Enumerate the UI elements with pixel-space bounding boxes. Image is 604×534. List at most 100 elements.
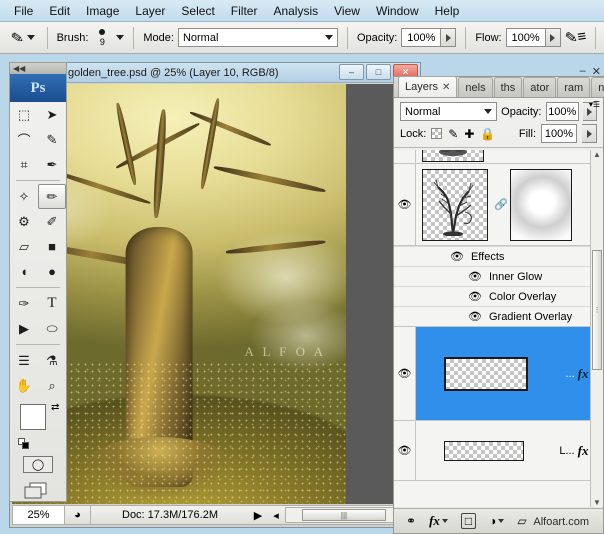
brush-chevron-down-icon[interactable] xyxy=(116,35,124,40)
airbrush-icon[interactable]: ✎≡ xyxy=(564,29,587,47)
scrollbar-thumb[interactable]: ⋮ xyxy=(592,250,602,370)
tab-paths[interactable]: ths xyxy=(494,77,523,97)
add-layer-mask-button[interactable]: □ xyxy=(461,513,476,529)
brush-preview[interactable]: 9 xyxy=(92,27,112,49)
menu-filter[interactable]: Filter xyxy=(223,2,266,20)
panel-minimize-button[interactable]: – xyxy=(580,65,586,78)
minimize-button[interactable]: – xyxy=(339,64,364,80)
effect-gradient-overlay[interactable]: 👁 Gradient Overlay xyxy=(394,306,603,326)
marquee-tool-icon[interactable]: ⬚ xyxy=(10,102,38,127)
layer-list[interactable]: 👁 🔗 xyxy=(394,150,603,507)
tab-info[interactable]: nfo xyxy=(591,77,604,97)
layer-thumbnail[interactable] xyxy=(444,357,528,391)
tab-histogram[interactable]: ram xyxy=(557,77,590,97)
brush-tool-icon[interactable]: ✏ xyxy=(38,184,66,209)
flow-input[interactable]: 100% xyxy=(506,28,546,47)
panel-opacity-input[interactable]: 100% xyxy=(546,102,580,121)
effects-header[interactable]: 👁 Effects xyxy=(394,246,603,266)
fill-input[interactable]: 100% xyxy=(541,124,577,143)
menu-edit[interactable]: Edit xyxy=(41,2,78,20)
layer-style-button[interactable]: fx xyxy=(429,513,448,529)
link-layers-button[interactable]: ⚭ xyxy=(406,514,416,528)
slice-tool-icon[interactable]: ✒ xyxy=(38,152,66,177)
close-icon[interactable]: ✕ xyxy=(442,82,450,93)
blur-tool-icon[interactable]: ◖ xyxy=(10,259,38,284)
blend-mode-select[interactable]: Normal xyxy=(178,28,338,47)
dodge-tool-icon[interactable]: ● xyxy=(38,259,66,284)
menu-file[interactable]: File xyxy=(6,2,41,20)
type-tool-icon[interactable]: T xyxy=(38,291,66,316)
tab-navigator[interactable]: ator xyxy=(523,77,556,97)
move-tool-icon[interactable]: ➤ xyxy=(38,102,66,127)
path-selection-tool-icon[interactable]: ▶ xyxy=(10,316,38,341)
layer-row[interactable] xyxy=(394,150,603,164)
effect-inner-glow[interactable]: 👁 Inner Glow xyxy=(394,266,603,286)
scroll-down-arrow-icon[interactable]: ▼ xyxy=(593,498,601,507)
foreground-color-swatch[interactable] xyxy=(20,404,46,430)
quick-mask-toggle[interactable]: ◯ xyxy=(10,456,66,473)
lock-position-icon[interactable]: ✚ xyxy=(464,127,474,141)
clone-stamp-tool-icon[interactable]: ⚙ xyxy=(10,209,38,234)
ellipse-shape-tool-icon[interactable]: ⬭ xyxy=(38,316,66,341)
status-menu-arrow-icon[interactable]: ▶ xyxy=(249,509,267,522)
menu-layer[interactable]: Layer xyxy=(127,2,173,20)
opacity-control[interactable]: 100% xyxy=(401,28,456,47)
tab-layers[interactable]: Layers ✕ xyxy=(398,76,457,97)
gradient-tool-icon[interactable]: ■ xyxy=(38,234,66,259)
zoom-level-input[interactable]: 25% xyxy=(13,506,65,524)
pen-tool-icon[interactable]: ✑ xyxy=(10,291,38,316)
screen-mode-button[interactable] xyxy=(10,481,66,501)
effect-visibility-icon[interactable]: 👁 xyxy=(468,290,482,303)
zoom-tool-icon[interactable]: ⌕ xyxy=(38,373,66,398)
layer-visibility-toggle[interactable]: 👁 xyxy=(394,164,416,245)
lock-all-icon[interactable]: 🔒 xyxy=(480,127,495,141)
layer-fx-icon[interactable]: fx xyxy=(578,443,589,459)
notes-tool-icon[interactable]: ☰ xyxy=(10,348,38,373)
lock-transparency-icon[interactable] xyxy=(431,128,442,139)
layer-visibility-toggle[interactable]: 👁 xyxy=(394,421,416,480)
menu-image[interactable]: Image xyxy=(78,2,127,20)
layer-mask-thumbnail[interactable] xyxy=(510,169,572,241)
effects-visibility-icon[interactable]: 👁 xyxy=(450,250,464,263)
crop-tool-icon[interactable]: ⌗ xyxy=(10,152,38,177)
history-brush-tool-icon[interactable]: ✐ xyxy=(38,209,66,234)
menu-window[interactable]: Window xyxy=(368,2,427,20)
layers-vertical-scrollbar[interactable]: ▲ ⋮ ▼ xyxy=(590,150,603,507)
default-colors-icon[interactable] xyxy=(18,438,30,450)
opacity-slider-button[interactable] xyxy=(441,28,456,47)
quick-select-tool-icon[interactable]: ✎ xyxy=(38,127,66,152)
canvas-area[interactable]: A L F O A xyxy=(12,84,418,504)
layer-visibility-toggle[interactable] xyxy=(394,150,416,163)
layer-row[interactable]: 👁 ... fx ▾ xyxy=(394,327,603,421)
menu-select[interactable]: Select xyxy=(173,2,222,20)
maximize-button[interactable]: □ xyxy=(366,64,391,80)
scroll-left-arrow-icon[interactable]: ◂ xyxy=(267,509,285,522)
hscroll-thumb[interactable]: ||| xyxy=(302,509,386,521)
lasso-tool-icon[interactable]: ⌒ xyxy=(10,127,38,152)
flow-control[interactable]: 100% xyxy=(506,28,561,47)
toolbox-collapse-handle[interactable]: ◀◀ xyxy=(10,63,66,74)
lock-image-icon[interactable]: ✎ xyxy=(448,127,458,141)
eraser-tool-icon[interactable]: ▱ xyxy=(10,234,38,259)
layer-thumbnail[interactable] xyxy=(444,441,524,461)
document-title-bar[interactable]: golden_tree.psd @ 25% (Layer 10, RGB/8) … xyxy=(10,63,420,83)
new-group-button[interactable]: ▱ xyxy=(517,514,526,528)
layer-thumbnail[interactable] xyxy=(422,150,484,162)
layer-thumbnail[interactable] xyxy=(422,169,488,241)
layer-blend-mode-select[interactable]: Normal xyxy=(400,102,497,121)
eyedropper-tool-icon[interactable]: ⚗ xyxy=(38,348,66,373)
effect-color-overlay[interactable]: 👁 Color Overlay xyxy=(394,286,603,306)
flow-slider-button[interactable] xyxy=(546,28,561,47)
effect-visibility-icon[interactable]: 👁 xyxy=(468,270,482,283)
tab-channels[interactable]: nels xyxy=(458,77,492,97)
current-tool-preset[interactable]: ✎ xyxy=(8,27,38,49)
opacity-input[interactable]: 100% xyxy=(401,28,441,47)
panel-menu-icon[interactable]: ▾☰ xyxy=(589,101,600,109)
fill-slider-button[interactable] xyxy=(582,124,597,143)
status-preview-icon[interactable]: ◕ xyxy=(65,506,91,524)
layer-row[interactable]: 👁 🔗 xyxy=(394,164,603,246)
healing-brush-tool-icon[interactable]: ✧ xyxy=(10,184,38,209)
hand-tool-icon[interactable]: ✋ xyxy=(10,373,38,398)
menu-view[interactable]: View xyxy=(326,2,368,20)
swap-colors-icon[interactable]: ⇄ xyxy=(51,402,59,413)
